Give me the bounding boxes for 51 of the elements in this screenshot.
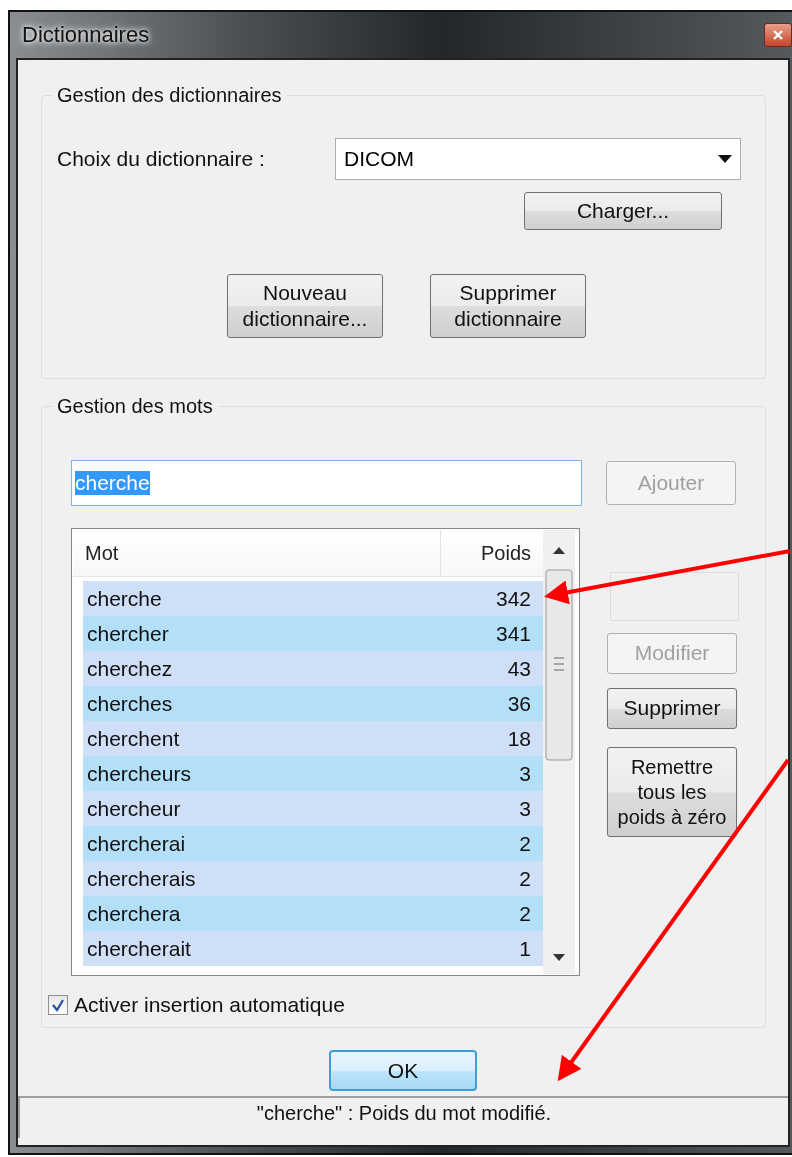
weight-cell-text: 3 bbox=[518, 761, 532, 786]
word-cell-text: cherchent bbox=[86, 726, 181, 751]
word-cell-text: chercherais bbox=[86, 866, 197, 891]
word-cell-text: cherchera bbox=[86, 901, 182, 926]
load-button[interactable]: Charger... bbox=[524, 192, 722, 230]
word-cell-text: chercherait bbox=[86, 936, 192, 961]
weight-cell-text: 43 bbox=[506, 656, 532, 681]
weight-cell-text: 341 bbox=[494, 621, 532, 646]
word-cell-text: chercheurs bbox=[86, 761, 192, 786]
list-row[interactable]: chercherais 2 bbox=[83, 861, 543, 896]
dictionary-button[interactable]: Nouveau dictionnaire... bbox=[227, 274, 383, 338]
list-row[interactable]: chercheurs 3 bbox=[83, 756, 543, 791]
column-header[interactable]: Mot bbox=[73, 530, 440, 576]
word-cell-text: chercher bbox=[86, 621, 170, 646]
ok-button[interactable]: OK bbox=[329, 1050, 477, 1091]
close-button[interactable] bbox=[764, 23, 792, 47]
weight-cell-text: 2 bbox=[518, 901, 532, 926]
list-row[interactable]: cherchera 2 bbox=[83, 896, 543, 931]
checkbox-label: Activer insertion automatique bbox=[74, 993, 345, 1017]
weight-cell-text: 342 bbox=[494, 586, 532, 611]
weight-cell-text: 1 bbox=[518, 936, 532, 961]
weight-cell-text: 36 bbox=[506, 691, 532, 716]
word-cell-text: cherchez bbox=[86, 656, 174, 681]
word-cell-text: chercheur bbox=[86, 796, 182, 821]
list-row[interactable]: cherches 36 bbox=[83, 686, 543, 721]
word-cell-text: cherches bbox=[86, 691, 174, 716]
word-cell-text: chercherai bbox=[86, 831, 187, 856]
list-row[interactable]: chercherai 2 bbox=[83, 826, 543, 861]
word-cell-text: cherche bbox=[86, 586, 163, 611]
window-title: Dictionnaires bbox=[22, 22, 150, 48]
close-icon bbox=[772, 30, 784, 40]
weight-cell-text: 18 bbox=[506, 726, 532, 751]
list-row[interactable]: chercheur 3 bbox=[83, 791, 543, 826]
list-row[interactable]: cherchent 18 bbox=[83, 721, 543, 756]
list-row[interactable]: cherchez 43 bbox=[83, 651, 543, 686]
status-bar: "cherche" : Poids du mot modifié. bbox=[18, 1096, 788, 1138]
weight-cell-text: 3 bbox=[518, 796, 532, 821]
checkbox[interactable] bbox=[48, 995, 68, 1015]
list-row[interactable]: chercherait 1 bbox=[83, 931, 543, 966]
side-button[interactable]: Remettre tous les poids à zéro bbox=[607, 747, 737, 837]
field-label: Choix du dictionnaire : bbox=[57, 147, 265, 171]
list-row[interactable]: chercher 341 bbox=[83, 616, 543, 651]
weight-cell-text: 2 bbox=[518, 831, 532, 856]
caret-icon bbox=[718, 155, 732, 163]
list-row[interactable]: cherche 342 bbox=[83, 581, 543, 616]
side-button[interactable]: Supprimer bbox=[607, 688, 737, 729]
dictionary-button[interactable]: Supprimer dictionnaire bbox=[430, 274, 586, 338]
weight-cell-text: 2 bbox=[518, 866, 532, 891]
dictionary-dropdown[interactable]: DICOM bbox=[335, 138, 741, 180]
scrollbar-drawing[interactable] bbox=[543, 530, 575, 974]
check-icon bbox=[51, 998, 65, 1012]
